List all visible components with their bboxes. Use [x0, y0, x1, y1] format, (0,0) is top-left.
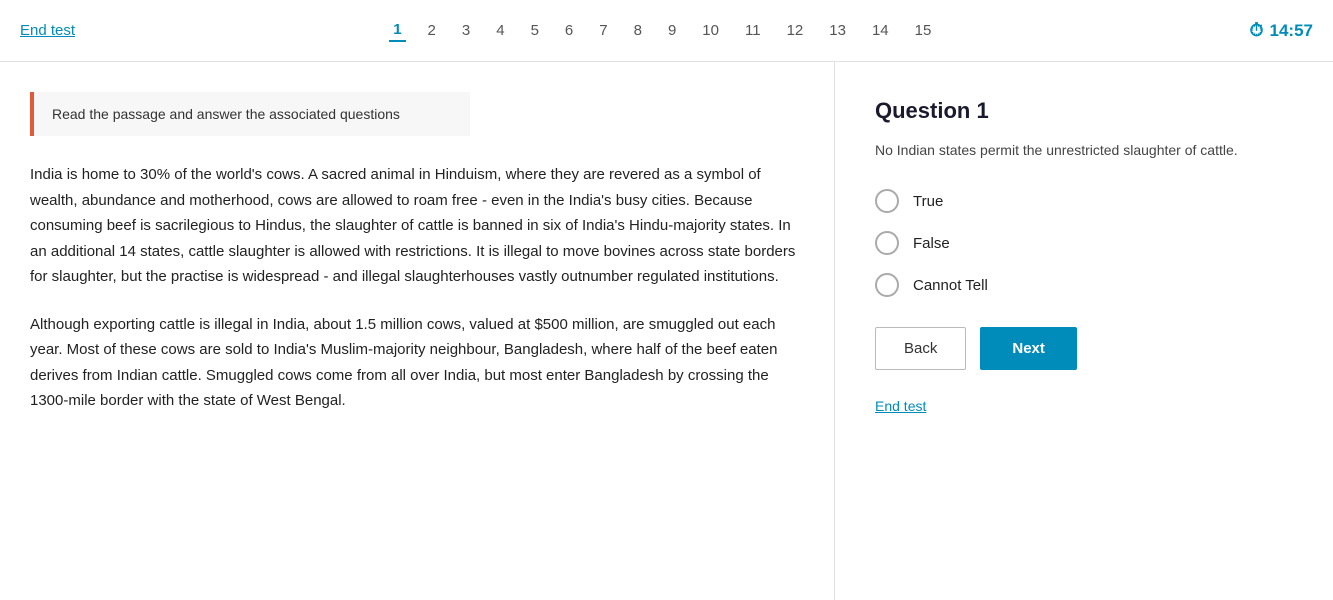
- nav-num-14[interactable]: 14: [868, 20, 893, 41]
- option-cannot-tell-label: Cannot Tell: [913, 277, 988, 294]
- passage-paragraph-1: India is home to 30% of the world's cows…: [30, 162, 804, 290]
- radio-true[interactable]: [875, 189, 899, 213]
- next-button[interactable]: Next: [980, 327, 1077, 370]
- nav-num-1[interactable]: 1: [389, 19, 405, 42]
- option-cannot-tell[interactable]: Cannot Tell: [875, 273, 1293, 297]
- radio-false[interactable]: [875, 231, 899, 255]
- end-test-bottom-link[interactable]: End test: [875, 398, 926, 414]
- back-button[interactable]: Back: [875, 327, 966, 370]
- main-content: Read the passage and answer the associat…: [0, 62, 1333, 600]
- nav-num-13[interactable]: 13: [825, 20, 850, 41]
- timer-icon: ⏱: [1249, 20, 1263, 41]
- instruction-text: Read the passage and answer the associat…: [52, 106, 400, 122]
- timer-value: 14:57: [1270, 21, 1313, 41]
- passage-panel: Read the passage and answer the associat…: [0, 62, 835, 600]
- nav-num-10[interactable]: 10: [698, 20, 723, 41]
- option-false[interactable]: False: [875, 231, 1293, 255]
- end-test-header-link[interactable]: End test: [20, 22, 75, 39]
- button-row: Back Next: [875, 327, 1293, 370]
- question-nav: 123456789101112131415: [389, 19, 935, 42]
- passage-text: India is home to 30% of the world's cows…: [30, 162, 804, 414]
- passage-paragraph-2: Although exporting cattle is illegal in …: [30, 312, 804, 414]
- nav-num-15[interactable]: 15: [911, 20, 936, 41]
- nav-num-3[interactable]: 3: [458, 20, 474, 41]
- nav-num-5[interactable]: 5: [527, 20, 543, 41]
- nav-num-4[interactable]: 4: [492, 20, 508, 41]
- nav-num-11[interactable]: 11: [741, 20, 765, 41]
- nav-num-8[interactable]: 8: [630, 20, 646, 41]
- option-true[interactable]: True: [875, 189, 1293, 213]
- timer: ⏱ 14:57: [1249, 20, 1313, 41]
- question-panel: Question 1 No Indian states permit the u…: [835, 62, 1333, 600]
- option-true-label: True: [913, 193, 943, 210]
- nav-num-2[interactable]: 2: [424, 20, 440, 41]
- question-title: Question 1: [875, 98, 1293, 124]
- question-text: No Indian states permit the unrestricted…: [875, 140, 1293, 161]
- option-false-label: False: [913, 235, 950, 252]
- nav-num-7[interactable]: 7: [595, 20, 611, 41]
- nav-num-9[interactable]: 9: [664, 20, 680, 41]
- header: End test 123456789101112131415 ⏱ 14:57: [0, 0, 1333, 62]
- instruction-box: Read the passage and answer the associat…: [30, 92, 470, 136]
- nav-num-12[interactable]: 12: [783, 20, 808, 41]
- radio-cannot-tell[interactable]: [875, 273, 899, 297]
- nav-num-6[interactable]: 6: [561, 20, 577, 41]
